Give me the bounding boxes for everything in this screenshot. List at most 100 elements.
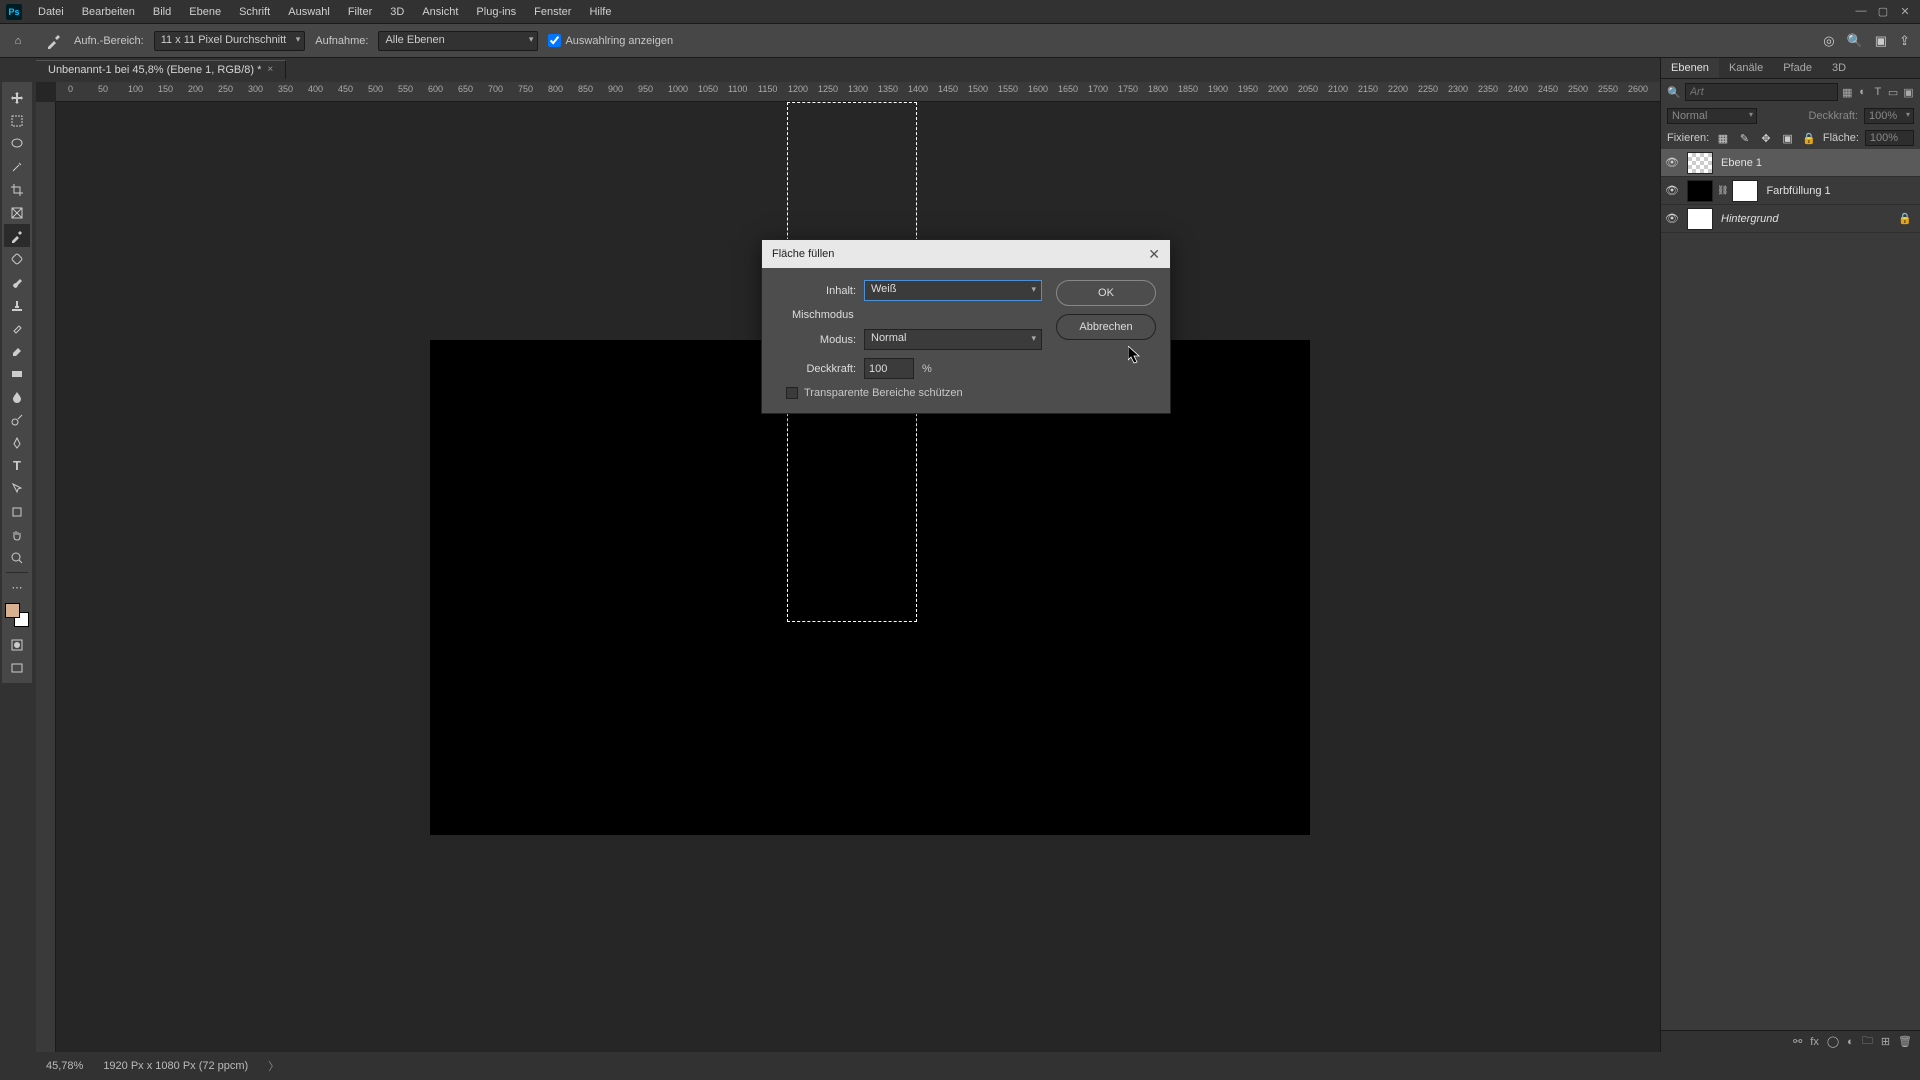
eyedropper-tool[interactable] — [4, 224, 30, 247]
lasso-tool[interactable] — [4, 132, 30, 155]
type-tool[interactable]: T — [4, 454, 30, 477]
sample-layers-select[interactable]: Alle Ebenen — [378, 31, 538, 51]
menu-bild[interactable]: Bild — [145, 3, 179, 21]
ruler-horizontal[interactable]: 0501001502002503003504004505005506006507… — [56, 82, 1660, 102]
menu-auswahl[interactable]: Auswahl — [280, 3, 338, 21]
menu-filter[interactable]: Filter — [340, 3, 380, 21]
screenmode-tool[interactable] — [4, 656, 30, 679]
layer-name[interactable]: Farbfüllung 1 — [1762, 185, 1830, 197]
stamp-tool[interactable] — [4, 293, 30, 316]
maximize-icon[interactable]: ▢ — [1876, 4, 1890, 18]
dialog-titlebar[interactable]: Fläche füllen ✕ — [762, 240, 1170, 268]
fx-icon[interactable]: fx — [1810, 1036, 1819, 1048]
tab-ebenen[interactable]: Ebenen — [1661, 58, 1719, 78]
adjustment-icon[interactable]: ◐ — [1847, 1036, 1854, 1048]
frame-tool[interactable] — [4, 201, 30, 224]
zoom-tool[interactable] — [4, 546, 30, 569]
new-layer-icon[interactable]: ⊞ — [1881, 1035, 1890, 1048]
lock-all-icon[interactable]: 🔒 — [1801, 132, 1817, 145]
layer-mask-thumb[interactable] — [1732, 180, 1758, 202]
cancel-button[interactable]: Abbrechen — [1056, 314, 1156, 340]
path-select-tool[interactable] — [4, 477, 30, 500]
shape-tool[interactable] — [4, 500, 30, 523]
target-icon[interactable]: ◎ — [1823, 33, 1834, 49]
pen-tool[interactable] — [4, 431, 30, 454]
lock-paint-icon[interactable]: ✎ — [1737, 132, 1753, 145]
menu-hilfe[interactable]: Hilfe — [581, 3, 619, 21]
layer-lock-icon[interactable]: 🔒 — [1898, 212, 1912, 225]
tab-kanaele[interactable]: Kanäle — [1719, 58, 1773, 78]
mask-icon[interactable]: ◯ — [1827, 1035, 1839, 1048]
doc-info[interactable]: 1920 Px x 1080 Px (72 ppcm) — [103, 1060, 248, 1072]
eraser-tool[interactable] — [4, 339, 30, 362]
layer-row[interactable]: 👁 Ebene 1 — [1661, 149, 1920, 177]
document-tab-close-icon[interactable]: × — [267, 64, 273, 75]
workspace-icon[interactable]: ▣ — [1875, 33, 1887, 49]
preserve-trans-check[interactable]: Transparente Bereiche schützen — [786, 387, 1042, 399]
home-icon[interactable]: ⌂ — [8, 31, 28, 51]
menu-bearbeiten[interactable]: Bearbeiten — [74, 3, 143, 21]
brush-tool[interactable] — [4, 270, 30, 293]
heal-tool[interactable] — [4, 247, 30, 270]
edit-toolbar[interactable]: ⋯ — [4, 576, 30, 599]
menu-3d[interactable]: 3D — [382, 3, 412, 21]
gradient-tool[interactable] — [4, 362, 30, 385]
ruler-vertical[interactable] — [36, 102, 56, 1052]
show-ring-checkbox[interactable]: Auswahlring anzeigen — [548, 34, 673, 47]
layer-filter-input[interactable] — [1685, 83, 1838, 101]
zoom-value[interactable]: 45,78% — [46, 1060, 83, 1072]
mask-link-icon[interactable]: ⛓ — [1717, 185, 1728, 196]
layer-visibility-icon[interactable]: 👁 — [1661, 212, 1683, 225]
quickmask-tool[interactable] — [4, 633, 30, 656]
filter-smart-icon[interactable]: ▣ — [1903, 83, 1914, 101]
marquee-tool[interactable] — [4, 109, 30, 132]
delete-layer-icon[interactable]: 🗑 — [1898, 1035, 1912, 1048]
filter-pixel-icon[interactable]: ▦ — [1842, 83, 1853, 101]
menu-ebene[interactable]: Ebene — [181, 3, 229, 21]
link-layers-icon[interactable]: ⚯ — [1793, 1035, 1802, 1048]
preserve-trans-box[interactable] — [786, 387, 798, 399]
layer-visibility-icon[interactable]: 👁 — [1661, 184, 1683, 197]
layer-thumb[interactable] — [1687, 208, 1713, 230]
show-ring-input[interactable] — [548, 34, 561, 47]
crop-tool[interactable] — [4, 178, 30, 201]
menu-fenster[interactable]: Fenster — [526, 3, 579, 21]
tab-3d[interactable]: 3D — [1822, 58, 1856, 78]
search-icon[interactable]: 🔍 — [1847, 33, 1863, 49]
move-tool[interactable] — [4, 86, 30, 109]
layer-name[interactable]: Hintergrund — [1717, 213, 1778, 225]
fill-select[interactable]: 100% — [1865, 130, 1914, 146]
layer-row[interactable]: 👁 Hintergrund 🔒 — [1661, 205, 1920, 233]
ok-button[interactable]: OK — [1056, 280, 1156, 306]
menu-ansicht[interactable]: Ansicht — [414, 3, 466, 21]
hand-tool[interactable] — [4, 523, 30, 546]
group-icon[interactable]: 🗀 — [1862, 1032, 1873, 1051]
close-icon[interactable]: ✕ — [1898, 4, 1912, 18]
wand-tool[interactable] — [4, 155, 30, 178]
layer-visibility-icon[interactable]: 👁 — [1661, 156, 1683, 169]
share-icon[interactable]: ⇪ — [1899, 33, 1910, 49]
layer-row[interactable]: 👁 ⛓ Farbfüllung 1 — [1661, 177, 1920, 205]
document-tab[interactable]: Unbenannt-1 bei 45,8% (Ebene 1, RGB/8) *… — [36, 60, 286, 79]
sample-size-select[interactable]: 11 x 11 Pixel Durchschnitt — [154, 31, 306, 51]
menu-schrift[interactable]: Schrift — [231, 3, 278, 21]
color-swatches[interactable] — [5, 603, 29, 627]
blur-tool[interactable] — [4, 385, 30, 408]
mode-select[interactable]: Normal — [864, 329, 1042, 350]
foreground-swatch[interactable] — [5, 603, 20, 618]
lock-artboard-icon[interactable]: ▣ — [1780, 132, 1796, 145]
layer-name[interactable]: Ebene 1 — [1717, 157, 1762, 169]
status-more-icon[interactable]: 〉 — [268, 1058, 279, 1074]
dialog-close-icon[interactable]: ✕ — [1148, 246, 1160, 263]
menu-datei[interactable]: Datei — [30, 3, 72, 21]
layer-thumb[interactable] — [1687, 180, 1713, 202]
history-brush-tool[interactable] — [4, 316, 30, 339]
lock-pos-icon[interactable]: ✥ — [1758, 132, 1774, 145]
opacity-select[interactable]: 100% — [1864, 108, 1914, 124]
filter-adjust-icon[interactable]: ◐ — [1857, 83, 1868, 101]
layer-thumb[interactable] — [1687, 152, 1713, 174]
filter-shape-icon[interactable]: ▭ — [1888, 83, 1899, 101]
filter-type-icon[interactable]: T — [1872, 83, 1883, 101]
menu-plugins[interactable]: Plug-ins — [468, 3, 524, 21]
tab-pfade[interactable]: Pfade — [1773, 58, 1822, 78]
